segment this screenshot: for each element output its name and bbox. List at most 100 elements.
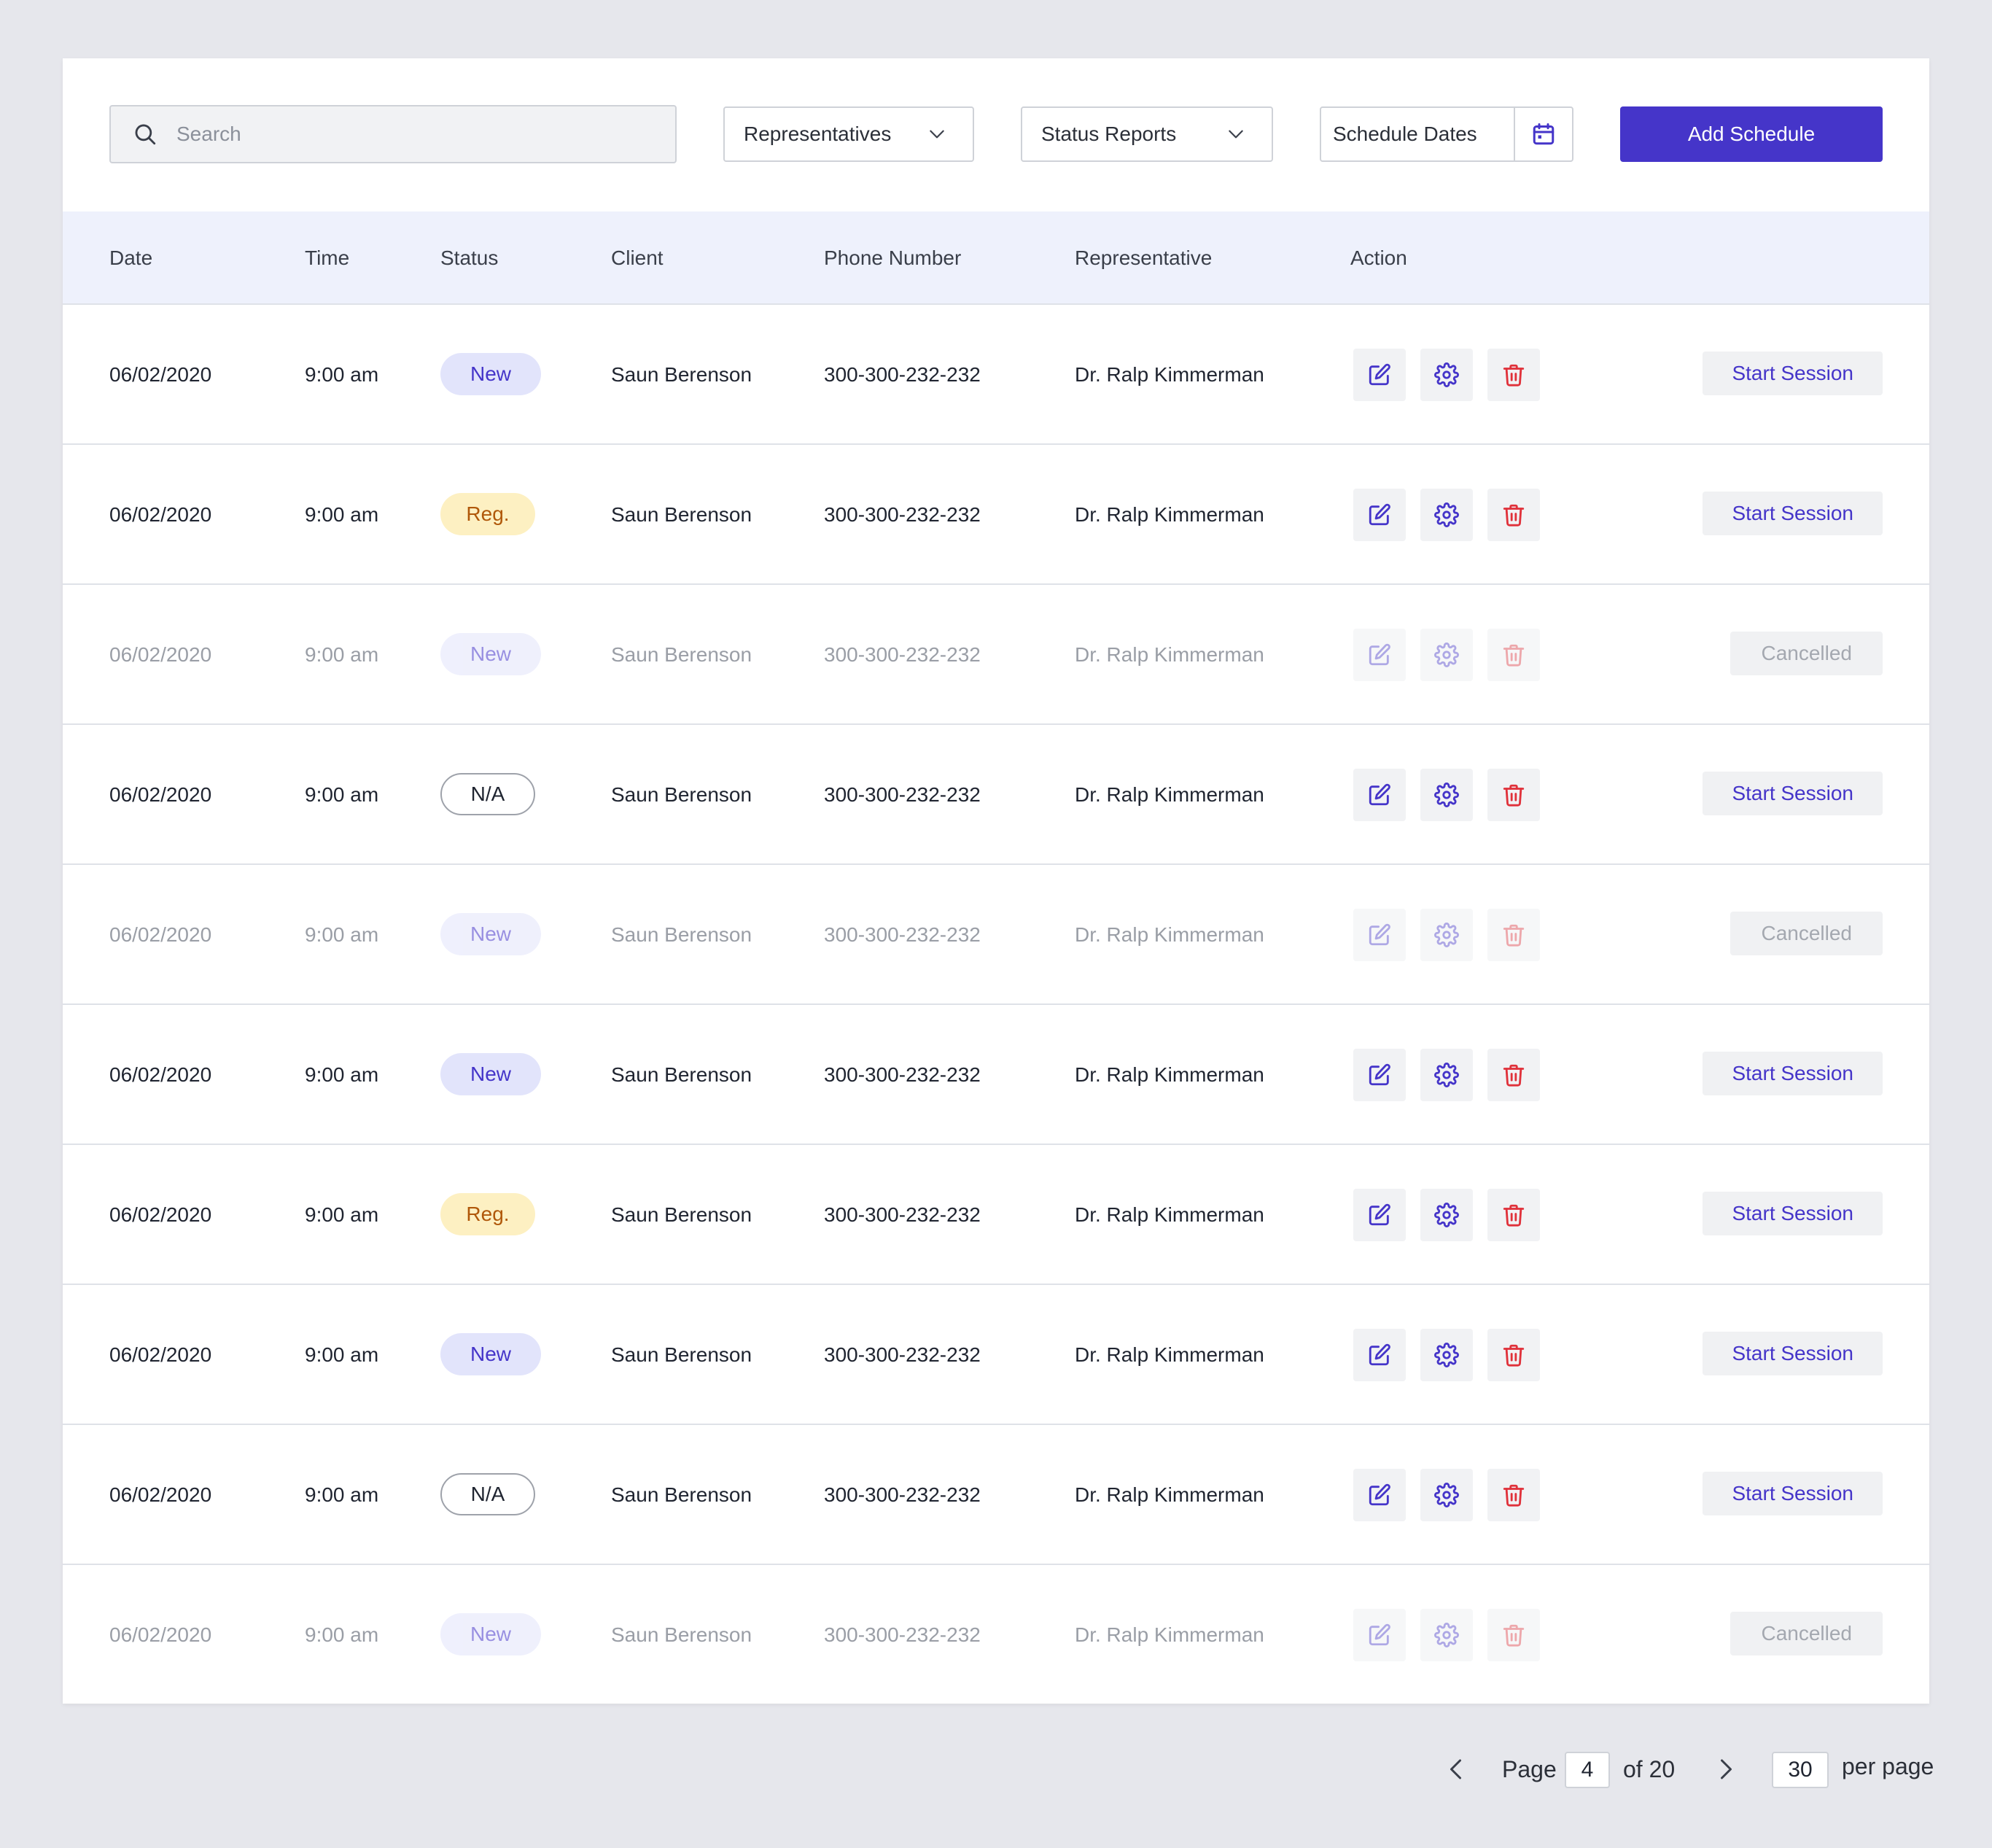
start-session-button[interactable]: Start Session: [1703, 492, 1883, 535]
cell-time: 9:00 am: [305, 1343, 379, 1366]
edit-button[interactable]: [1353, 1049, 1406, 1101]
cell-time: 9:00 am: [305, 363, 379, 386]
settings-button[interactable]: [1420, 909, 1473, 961]
settings-button[interactable]: [1420, 629, 1473, 681]
trash-icon: [1503, 1064, 1525, 1087]
settings-button[interactable]: [1420, 1329, 1473, 1381]
cell-phone-number: 300-300-232-232: [824, 503, 981, 526]
calendar-button[interactable]: [1514, 108, 1572, 160]
header-date: Date: [109, 246, 153, 269]
table-row: 06/02/2020 9:00 am New Saun Berenson 300…: [63, 305, 1929, 445]
cell-representative: Dr. Ralp Kimmerman: [1075, 1203, 1264, 1226]
cell-client: Saun Berenson: [611, 1203, 752, 1226]
delete-button[interactable]: [1487, 629, 1540, 681]
chevron-left-icon[interactable]: [1444, 1756, 1470, 1782]
settings-button[interactable]: [1420, 349, 1473, 401]
gear-icon: [1434, 642, 1459, 667]
status-badge: New: [440, 1053, 541, 1095]
cell-date: 06/02/2020: [109, 923, 212, 946]
trash-icon: [1503, 644, 1525, 667]
cell-time: 9:00 am: [305, 643, 379, 666]
delete-button[interactable]: [1487, 769, 1540, 821]
current-page-input[interactable]: [1565, 1752, 1610, 1788]
delete-button[interactable]: [1487, 909, 1540, 961]
header-action: Action: [1350, 246, 1407, 269]
status-badge: New: [440, 353, 541, 395]
table-row: 06/02/2020 9:00 am New Saun Berenson 300…: [63, 865, 1929, 1005]
cell-representative: Dr. Ralp Kimmerman: [1075, 1063, 1264, 1086]
add-schedule-button[interactable]: Add Schedule: [1620, 106, 1883, 162]
delete-button[interactable]: [1487, 489, 1540, 541]
edit-button[interactable]: [1353, 1329, 1406, 1381]
delete-button[interactable]: [1487, 1609, 1540, 1661]
chevron-right-icon[interactable]: [1712, 1756, 1738, 1782]
table-row: 06/02/2020 9:00 am New Saun Berenson 300…: [63, 1565, 1929, 1705]
trash-icon: [1503, 1484, 1525, 1507]
settings-button[interactable]: [1420, 1609, 1473, 1661]
status-badge: Reg.: [440, 1193, 535, 1235]
edit-icon: [1369, 1343, 1390, 1366]
settings-button[interactable]: [1420, 769, 1473, 821]
start-session-button[interactable]: Start Session: [1703, 352, 1883, 395]
edit-button[interactable]: [1353, 1189, 1406, 1241]
settings-button[interactable]: [1420, 1189, 1473, 1241]
status-reports-label: Status Reports: [1041, 123, 1177, 145]
edit-button[interactable]: [1353, 909, 1406, 961]
delete-button[interactable]: [1487, 1189, 1540, 1241]
edit-button[interactable]: [1353, 629, 1406, 681]
cell-time: 9:00 am: [305, 923, 379, 946]
table-row: 06/02/2020 9:00 am Reg. Saun Berenson 30…: [63, 445, 1929, 585]
cell-representative: Dr. Ralp Kimmerman: [1075, 643, 1264, 666]
search-input[interactable]: [176, 123, 643, 146]
start-session-button[interactable]: Start Session: [1703, 772, 1883, 815]
edit-icon: [1369, 503, 1390, 526]
status-reports-dropdown[interactable]: Status Reports: [1021, 106, 1273, 162]
delete-button[interactable]: [1487, 1469, 1540, 1521]
edit-button[interactable]: [1353, 1469, 1406, 1521]
search-box[interactable]: [109, 105, 677, 163]
edit-icon: [1369, 1203, 1390, 1226]
start-session-button[interactable]: Start Session: [1703, 1332, 1883, 1375]
cell-time: 9:00 am: [305, 503, 379, 526]
delete-button[interactable]: [1487, 1329, 1540, 1381]
cell-time: 9:00 am: [305, 783, 379, 806]
edit-button[interactable]: [1353, 1609, 1406, 1661]
page-label: Page: [1502, 1756, 1557, 1782]
toolbar: Representatives Status Reports Schedule …: [63, 58, 1929, 211]
cell-phone-number: 300-300-232-232: [824, 363, 981, 386]
cancelled-label: Cancelled: [1730, 912, 1883, 955]
edit-button[interactable]: [1353, 769, 1406, 821]
settings-button[interactable]: [1420, 1049, 1473, 1101]
trash-icon: [1503, 504, 1525, 527]
schedule-card: Representatives Status Reports Schedule …: [63, 58, 1929, 1704]
per-page-input[interactable]: [1772, 1752, 1829, 1788]
gear-icon: [1434, 1623, 1459, 1647]
cell-date: 06/02/2020: [109, 783, 212, 806]
cell-client: Saun Berenson: [611, 643, 752, 666]
schedule-dates-picker[interactable]: Schedule Dates: [1320, 106, 1573, 162]
header-phone-number: Phone Number: [824, 246, 962, 269]
cell-date: 06/02/2020: [109, 1203, 212, 1226]
chevron-down-icon: [1229, 130, 1243, 139]
trash-icon: [1503, 1204, 1525, 1227]
status-badge: Reg.: [440, 493, 535, 535]
trash-icon: [1503, 1344, 1525, 1367]
cell-phone-number: 300-300-232-232: [824, 643, 981, 666]
table-body: 06/02/2020 9:00 am New Saun Berenson 300…: [63, 305, 1929, 1705]
cell-representative: Dr. Ralp Kimmerman: [1075, 1343, 1264, 1366]
start-session-button[interactable]: Start Session: [1703, 1192, 1883, 1235]
delete-button[interactable]: [1487, 349, 1540, 401]
edit-icon: [1369, 1483, 1390, 1506]
representatives-dropdown[interactable]: Representatives: [723, 106, 974, 162]
cell-client: Saun Berenson: [611, 1063, 752, 1086]
edit-button[interactable]: [1353, 349, 1406, 401]
calendar-icon: [1533, 123, 1555, 145]
settings-button[interactable]: [1420, 1469, 1473, 1521]
cell-date: 06/02/2020: [109, 503, 212, 526]
settings-button[interactable]: [1420, 489, 1473, 541]
edit-button[interactable]: [1353, 489, 1406, 541]
cell-representative: Dr. Ralp Kimmerman: [1075, 1623, 1264, 1646]
start-session-button[interactable]: Start Session: [1703, 1052, 1883, 1095]
start-session-button[interactable]: Start Session: [1703, 1472, 1883, 1515]
delete-button[interactable]: [1487, 1049, 1540, 1101]
